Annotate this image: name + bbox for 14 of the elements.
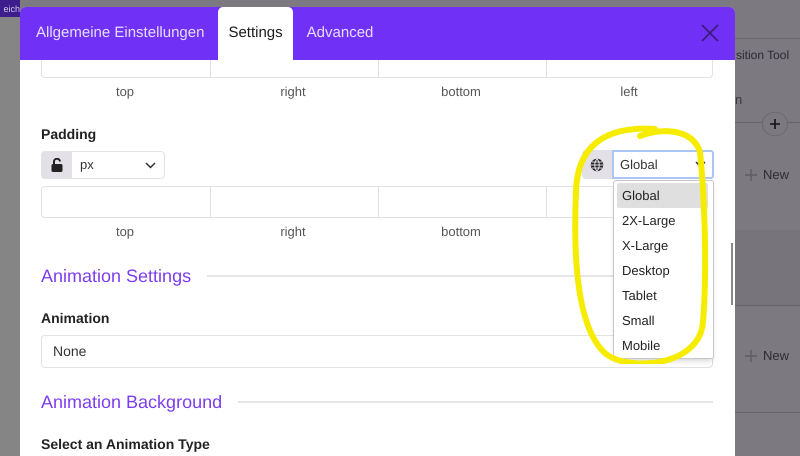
- section-heading: Animation Settings: [41, 265, 192, 287]
- field-caption: left: [620, 83, 638, 101]
- field-caption: top: [116, 83, 134, 101]
- panel-label: n: [735, 91, 742, 109]
- panel-title: sition Tool: [736, 47, 790, 63]
- field-caption: right: [280, 83, 306, 101]
- field-caption: bottom: [441, 83, 481, 101]
- field-caption: top: [116, 223, 134, 241]
- field-label: Select an Animation Type: [41, 435, 210, 453]
- field-caption: bottom: [441, 223, 481, 241]
- field-label: Animation: [41, 309, 110, 327]
- field-caption: right: [280, 223, 306, 241]
- section-heading: Animation Background: [41, 391, 222, 413]
- field-label: Padding: [41, 125, 96, 143]
